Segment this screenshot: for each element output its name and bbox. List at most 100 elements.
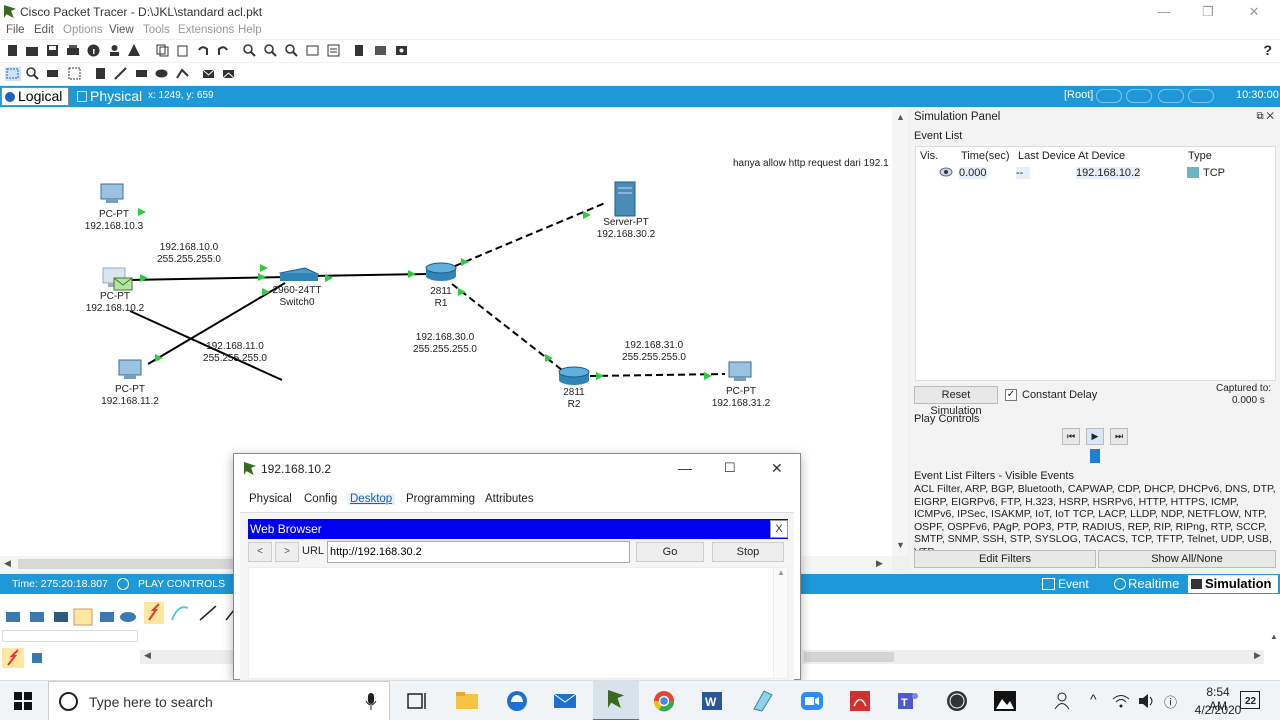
device-template-icon[interactable] bbox=[374, 44, 387, 57]
cluster-icon[interactable] bbox=[353, 44, 366, 57]
tab-attributes[interactable]: Attributes bbox=[485, 493, 534, 505]
edge-icon[interactable] bbox=[505, 689, 529, 713]
note-tool-icon[interactable] bbox=[94, 67, 107, 80]
activity-wizard-icon[interactable] bbox=[128, 44, 141, 57]
custom-device-icon[interactable] bbox=[327, 44, 340, 57]
physical-mode-tab[interactable]: Physical bbox=[74, 87, 148, 106]
set-tiled-background-button[interactable] bbox=[1158, 89, 1184, 103]
annotation-note[interactable]: hanya allow http request dari 192.1 bbox=[733, 158, 889, 170]
browser-page-area[interactable]: ▲ bbox=[248, 567, 788, 679]
new-cluster-button[interactable] bbox=[1096, 89, 1122, 103]
show-all-none-button[interactable]: Show All/None bbox=[1098, 550, 1276, 568]
constant-delay-checkbox[interactable]: ✓ bbox=[1005, 389, 1017, 401]
word-icon[interactable]: W bbox=[700, 689, 724, 713]
draw-line-icon[interactable] bbox=[114, 67, 127, 80]
maximize-button[interactable]: ❐ bbox=[1186, 2, 1230, 22]
microphone-icon[interactable] bbox=[365, 693, 377, 711]
screenshot-icon[interactable] bbox=[395, 44, 408, 57]
draw-rectangle-icon[interactable] bbox=[135, 67, 148, 80]
scroll-right-icon[interactable]: ▶ bbox=[876, 558, 883, 569]
speed-slider-handle[interactable] bbox=[1090, 449, 1100, 463]
tab-config[interactable]: Config bbox=[304, 493, 337, 505]
scroll-left-icon[interactable]: ◀ bbox=[4, 558, 11, 569]
windows-start-icon[interactable] bbox=[14, 692, 32, 710]
volume-icon[interactable] bbox=[1138, 693, 1156, 709]
browser-forward-button[interactable]: > bbox=[275, 542, 299, 562]
link-r1-server[interactable] bbox=[454, 202, 606, 267]
inspect-tool-icon[interactable] bbox=[26, 67, 39, 80]
resize-tool-icon[interactable] bbox=[68, 67, 81, 80]
device-search-box[interactable] bbox=[2, 630, 138, 642]
menu-view[interactable]: View bbox=[109, 24, 134, 36]
power-cycle-icon[interactable] bbox=[117, 578, 129, 590]
web-browser-close-button[interactable]: X bbox=[770, 520, 788, 538]
url-input[interactable] bbox=[327, 541, 630, 563]
notification-center-icon[interactable]: 22 bbox=[1240, 691, 1260, 709]
packet-tracer-taskbar-button[interactable] bbox=[593, 681, 639, 720]
paste-icon[interactable] bbox=[176, 44, 189, 57]
new-file-icon[interactable] bbox=[6, 44, 19, 57]
step-back-button[interactable]: ⏮ bbox=[1062, 428, 1080, 445]
chevron-up-icon[interactable]: ^ bbox=[1090, 691, 1097, 707]
menu-options[interactable]: Options bbox=[63, 24, 103, 36]
people-icon[interactable] bbox=[1054, 692, 1070, 710]
server-pt-icon[interactable] bbox=[614, 181, 636, 217]
add-simple-pdu-icon[interactable] bbox=[202, 67, 215, 80]
wifi-icon[interactable] bbox=[1112, 693, 1130, 709]
scroll-up-icon[interactable]: ▲ bbox=[777, 568, 785, 577]
go-button[interactable]: Go bbox=[636, 542, 704, 562]
scroll-up-icon[interactable]: ▲ bbox=[896, 112, 905, 122]
edit-filters-button[interactable]: Edit Filters bbox=[914, 550, 1096, 568]
eye-icon[interactable] bbox=[939, 167, 953, 177]
copy-icon[interactable] bbox=[156, 44, 169, 57]
scroll-up-icon[interactable]: ▲ bbox=[1270, 632, 1278, 641]
drawing-palette-icon[interactable] bbox=[306, 44, 319, 57]
add-complex-pdu-icon[interactable] bbox=[222, 67, 235, 80]
viewer-app-icon[interactable] bbox=[750, 689, 774, 713]
move-object-button[interactable] bbox=[1126, 89, 1152, 103]
menu-file[interactable]: File bbox=[6, 24, 25, 36]
help-icon[interactable]: ? bbox=[1263, 42, 1272, 58]
teams-icon[interactable]: T bbox=[896, 689, 920, 713]
freeform-icon[interactable] bbox=[176, 67, 189, 80]
selected-connection-icons[interactable] bbox=[2, 648, 46, 668]
mail-icon[interactable] bbox=[553, 689, 577, 713]
zoom-icon[interactable] bbox=[800, 689, 824, 713]
step-forward-button[interactable]: ⏭ bbox=[1110, 428, 1128, 445]
info-icon[interactable] bbox=[87, 44, 100, 57]
menu-tools[interactable]: Tools bbox=[143, 24, 170, 36]
pc-192-168-11-2-icon[interactable] bbox=[118, 359, 142, 379]
reset-simulation-button[interactable]: Reset Simulation bbox=[914, 386, 998, 417]
scroll-thumb[interactable] bbox=[804, 652, 894, 662]
switch0-icon[interactable] bbox=[278, 267, 320, 281]
tab-programming[interactable]: Programming bbox=[406, 493, 475, 505]
page-scrollbar[interactable]: ▲ bbox=[773, 568, 787, 678]
pc-192-168-10-2-icon[interactable] bbox=[102, 267, 133, 291]
pc-192-168-31-2-icon[interactable] bbox=[728, 361, 752, 381]
logical-mode-tab[interactable]: Logical bbox=[1, 87, 69, 106]
scenario-scrollbar[interactable]: ▶ bbox=[802, 650, 1264, 664]
tab-physical[interactable]: Physical bbox=[249, 493, 292, 505]
device-category-icons[interactable] bbox=[4, 608, 140, 626]
scroll-right-icon[interactable]: ▶ bbox=[1254, 650, 1261, 661]
pc-192-168-10-3-icon[interactable] bbox=[100, 183, 124, 203]
minimize-button[interactable]: — bbox=[1142, 2, 1186, 22]
dialog-maximize-button[interactable]: ☐ bbox=[724, 460, 736, 476]
delete-tool-icon[interactable] bbox=[46, 67, 59, 80]
taskbar-search[interactable]: Type here to search bbox=[48, 681, 390, 720]
device-list-scrollbar[interactable]: ◀ bbox=[140, 650, 234, 664]
system-date[interactable]: 4/2/2020 bbox=[1194, 703, 1242, 717]
panel-window-controls[interactable]: ⧉ ✕ bbox=[1256, 111, 1274, 122]
zoom-in-icon[interactable] bbox=[243, 44, 256, 57]
task-view-icon[interactable] bbox=[405, 689, 429, 713]
chrome-icon[interactable] bbox=[652, 689, 676, 713]
scroll-left-icon[interactable]: ◀ bbox=[144, 650, 151, 661]
scroll-down-icon[interactable]: ▼ bbox=[896, 540, 905, 550]
menu-help[interactable]: Help bbox=[238, 24, 262, 36]
tab-desktop[interactable]: Desktop bbox=[347, 493, 396, 505]
pdf-reader-icon[interactable] bbox=[848, 689, 872, 713]
close-button[interactable]: ✕ bbox=[1232, 2, 1276, 22]
draw-ellipse-icon[interactable] bbox=[155, 67, 168, 80]
obs-icon[interactable] bbox=[945, 689, 969, 713]
browser-back-button[interactable]: < bbox=[248, 542, 272, 562]
